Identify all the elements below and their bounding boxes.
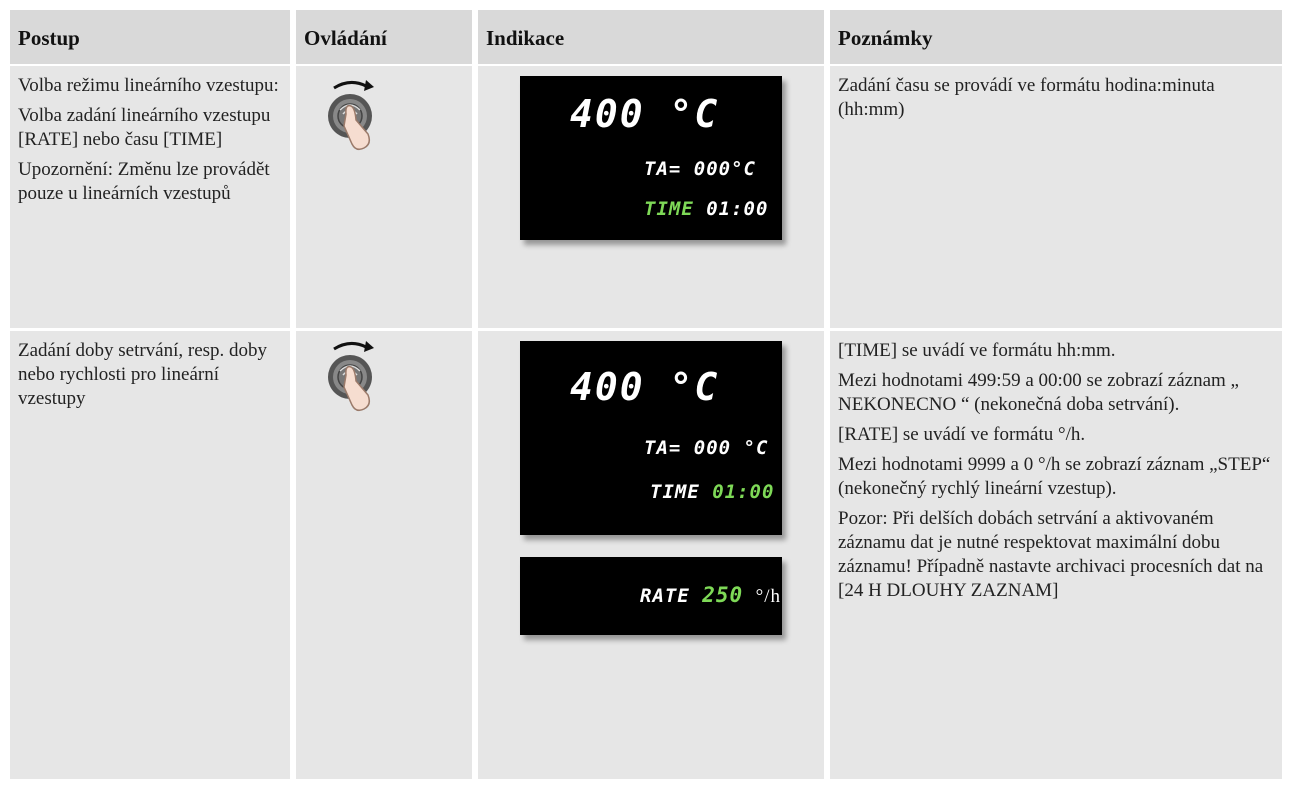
row1-control-cell <box>296 66 472 328</box>
header-label: Indikace <box>486 26 565 50</box>
row1-note-text: Zadání času se provádí ve formátu hodina… <box>838 75 1215 120</box>
display-rate-label: RATE <box>640 585 690 607</box>
display-rate-unit: °/h <box>755 586 781 607</box>
display-ta-label: TA= <box>644 158 682 180</box>
display-temperature: 400 <box>570 365 645 409</box>
display-time-label: TIME <box>644 198 694 220</box>
display-rate-value: 250 <box>702 583 744 607</box>
row2-note-text: Mezi hodnotami 499:59 a 00:00 se zobrazí… <box>838 370 1239 415</box>
row1-procedure-text: Volba režimu lineárního vzestupu: <box>18 75 279 96</box>
row2-display-cell: 400 °C TA= 000 °C TIME 01:00 RATE 250 °/… <box>478 331 824 779</box>
display-time-value: 01:00 <box>706 198 769 220</box>
row1-procedure-text: Upozornění: Změnu lze provádět pouze u l… <box>18 159 270 204</box>
row2-note-text: [TIME] se uvádí ve formátu hh:mm. <box>838 340 1116 361</box>
header-indikace: Indikace <box>478 10 824 64</box>
row1-procedure-text: Volba zadání lineárního vzestupu [RATE] … <box>18 105 271 150</box>
controller-display: 400 °C TA= 000 °C TIME 01:00 <box>520 341 782 535</box>
display-ta-label: TA= <box>644 437 682 459</box>
display-temperature-unit: °C <box>669 92 720 136</box>
row2-note-text: Mezi hodnotami 9999 a 0 °/h se zobrazí z… <box>838 454 1271 499</box>
row1-procedure-cell: Volba režimu lineárního vzestupu: Volba … <box>10 66 290 328</box>
header-ovladani: Ovládání <box>296 10 472 64</box>
controller-display: 400 °C TA= 000°C TIME 01:00 <box>520 76 782 240</box>
rotary-knob-turn-icon <box>328 341 374 412</box>
row2-procedure-cell: Zadání doby setrvání, resp. doby nebo ry… <box>10 331 290 779</box>
display-ta-value: 000 °C <box>693 437 769 459</box>
display-ta-value: 000°C <box>693 158 756 180</box>
row2-note-text: [RATE] se uvádí ve formátu °/h. <box>838 424 1086 445</box>
header-postup: Postup <box>10 10 290 64</box>
controller-rate-display: RATE 250 °/h <box>520 557 782 635</box>
header-label: Poznámky <box>838 26 933 50</box>
display-temperature-unit: °C <box>669 365 720 409</box>
display-time-label: TIME <box>650 481 700 503</box>
row1-display-cell: 400 °C TA= 000°C TIME 01:00 <box>478 66 824 328</box>
display-temperature: 400 <box>570 92 645 136</box>
row2-note-text: Pozor: Při delších dobách setrvání a akt… <box>838 508 1264 601</box>
row2-procedure-text: Zadání doby setrvání, resp. doby nebo ry… <box>18 340 268 409</box>
header-poznamky: Poznámky <box>830 10 1282 64</box>
header-label: Postup <box>18 26 80 50</box>
row2-control-cell <box>296 331 472 779</box>
rotary-knob-turn-icon <box>328 80 374 151</box>
row2-notes-cell: [TIME] se uvádí ve formátu hh:mm. Mezi h… <box>830 331 1282 779</box>
header-label: Ovládání <box>304 26 387 50</box>
display-time-value: 01:00 <box>712 481 775 503</box>
row1-notes-cell: Zadání času se provádí ve formátu hodina… <box>830 66 1282 328</box>
